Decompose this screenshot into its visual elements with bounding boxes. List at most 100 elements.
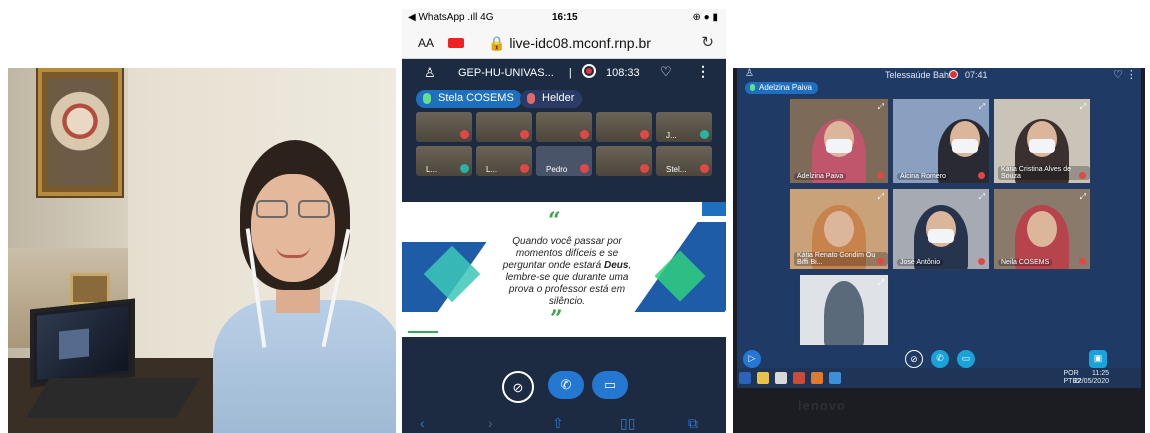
video-tile[interactable]: ⤢ Alcina Romero [892, 98, 990, 184]
camera-button[interactable]: ▭ [592, 371, 628, 399]
mute-button[interactable]: ⊘ [502, 371, 534, 403]
speaker-name: Adelzina Paiva [759, 83, 812, 92]
speaker-name: Helder [542, 92, 575, 104]
participant-name: Alcina Romero [897, 173, 949, 180]
mute-button[interactable]: ⊘ [905, 350, 923, 368]
minimize-presentation-button[interactable] [702, 202, 726, 216]
selfie-photo [8, 68, 396, 433]
open-quote: “ [548, 208, 561, 234]
status-icons: ⊕ ● ▮ [692, 12, 718, 23]
talking-indicator: Stela COSEMS [416, 90, 522, 108]
participant-thumbnail[interactable]: Stel... [656, 146, 712, 176]
laptop-screen [30, 298, 135, 388]
video-tile[interactable]: ⤢ Neila COSEMS [993, 188, 1091, 270]
presentation-button[interactable]: ▣ [1089, 350, 1107, 368]
audio-button[interactable]: ✆ [548, 371, 584, 399]
fullscreen-icon[interactable]: ⤢ [979, 192, 985, 202]
small-picture-frame [70, 273, 110, 305]
fullscreen-icon[interactable]: ⤢ [878, 278, 884, 288]
mic-icon [750, 84, 755, 91]
thumb-label: L... [426, 165, 438, 174]
camera-button[interactable]: ▭ [957, 350, 975, 368]
ios-status-bar: ◀ WhatsApp .ıll 4G 16:15 ⊕ ● ▮ [402, 9, 726, 27]
close-quote: ” [550, 306, 563, 332]
slide-footer-logo [408, 327, 438, 333]
fullscreen-icon[interactable]: ⤢ [1080, 192, 1086, 202]
bookmarks-icon[interactable]: ▯▯ [620, 415, 635, 432]
video-tile[interactable]: ⤢ Kátia Cristina Alves de Souza [993, 98, 1091, 184]
share-icon[interactable]: ⇧ [552, 415, 564, 432]
glasses [254, 200, 334, 220]
back-icon[interactable]: ‹ [420, 415, 425, 431]
fullscreen-icon[interactable]: ⤢ [878, 102, 884, 112]
participant-thumbnail[interactable]: J... [656, 112, 712, 142]
window-title: Telessaúde Bahia [885, 70, 957, 80]
speaker-name: Stela COSEMS [438, 92, 514, 104]
participant-thumbnail[interactable] [536, 112, 592, 142]
participant-thumbnail[interactable] [476, 112, 532, 142]
taskbar-clock[interactable]: 11:25 22/05/2020 [1074, 370, 1109, 386]
participant-name: Neila COSEMS [998, 259, 1053, 266]
users-icon[interactable]: ♙ [745, 68, 754, 79]
fullscreen-icon[interactable]: ⤢ [979, 102, 985, 112]
slide-quote: Quando você passar por momentos difíceis… [502, 236, 632, 308]
video-tile[interactable]: ⤢ [799, 274, 889, 346]
thumb-label: Pedro [546, 165, 568, 174]
thumb-label: J... [666, 131, 677, 140]
audio-button[interactable]: ✆ [931, 350, 949, 368]
participant-thumbnail[interactable]: L... [476, 146, 532, 176]
camera-icon: ▭ [603, 377, 617, 392]
meeting-header: ♙ Telessaúde Bahia 07:41 ♡ ⋮ [737, 68, 1141, 82]
clown-painting [38, 68, 122, 196]
fullscreen-icon[interactable]: ⤢ [1080, 102, 1086, 112]
participant-thumbnail[interactable] [596, 146, 652, 176]
meeting-duration: 108:33 [606, 67, 640, 79]
quote-bold: Deus [603, 260, 629, 271]
participant-thumbnail[interactable] [596, 112, 652, 142]
windows-taskbar: POR PTB2 11:25 22/05/2020 [737, 368, 1141, 388]
participant-thumbnail[interactable]: L... [416, 146, 472, 176]
actions-button[interactable]: ▷ [743, 350, 761, 368]
text-size-button[interactable]: AA [418, 36, 434, 50]
carrier-label: ◀ WhatsApp .ıll 4G [408, 12, 494, 23]
mic-icon [527, 93, 535, 104]
users-icon[interactable]: ♙ [424, 65, 436, 81]
app-icon[interactable] [811, 372, 823, 384]
phone-screenshot: ◀ WhatsApp .ıll 4G 16:15 ⊕ ● ▮ AA 🔒 live… [402, 9, 726, 433]
folder-icon[interactable] [757, 372, 769, 384]
participant-thumbnail[interactable]: Pedro [536, 146, 592, 176]
video-tile[interactable]: ⤢ José Antônio [892, 188, 990, 270]
meeting-title-text: GEP-HU-UNIVAS... [458, 67, 554, 79]
app-icon[interactable] [775, 372, 787, 384]
participant-name: Adelzina Paiva [794, 173, 847, 180]
laptop-screen: ♙ Telessaúde Bahia 07:41 ♡ ⋮ Adelzina Pa… [737, 68, 1141, 368]
person-face [251, 174, 335, 282]
more-options-icon[interactable]: ⋮ [696, 63, 710, 80]
talking-indicator: Helder [520, 90, 583, 108]
person-shirt [213, 300, 396, 433]
tabs-icon[interactable]: ⧉ [688, 415, 698, 432]
forward-icon[interactable]: › [488, 415, 493, 431]
heart-icon[interactable]: ♡ [660, 64, 672, 80]
browser-url-bar[interactable]: AA 🔒 live-idc08.mconf.rnp.br ↻ [402, 27, 726, 59]
laptop-photo: ♙ Telessaúde Bahia 07:41 ♡ ⋮ Adelzina Pa… [733, 68, 1145, 433]
start-icon[interactable] [739, 372, 751, 384]
url-text[interactable]: 🔒 live-idc08.mconf.rnp.br [488, 35, 651, 52]
participant-thumbnail[interactable] [416, 112, 472, 142]
video-tile[interactable]: ⤢ Kátia Renato Gondim Ou Biffi Bi... [789, 188, 889, 270]
video-tile[interactable]: ⤢ Adelzina Paiva [789, 98, 889, 184]
laptop-keyboard [26, 378, 200, 418]
record-icon[interactable] [949, 70, 958, 79]
meeting-header: ♙ GEP-HU-UNIVAS... | 108:33 ♡ ⋮ [402, 59, 726, 87]
lenovo-logo: lenovo [798, 398, 846, 413]
presentation-slide: “ Quando você passar por momentos difíce… [402, 202, 726, 337]
separator: | [568, 67, 572, 79]
reload-icon[interactable]: ↻ [701, 33, 714, 51]
participant-name: José Antônio [897, 259, 944, 266]
app-icon[interactable] [829, 372, 841, 384]
call-controls: ⊘ ✆ ▭ [402, 371, 726, 411]
app-icon[interactable] [793, 372, 805, 384]
heart-icon[interactable]: ♡ ⋮ [1113, 68, 1137, 81]
fullscreen-icon[interactable]: ⤢ [878, 192, 884, 202]
record-icon[interactable] [582, 64, 596, 78]
